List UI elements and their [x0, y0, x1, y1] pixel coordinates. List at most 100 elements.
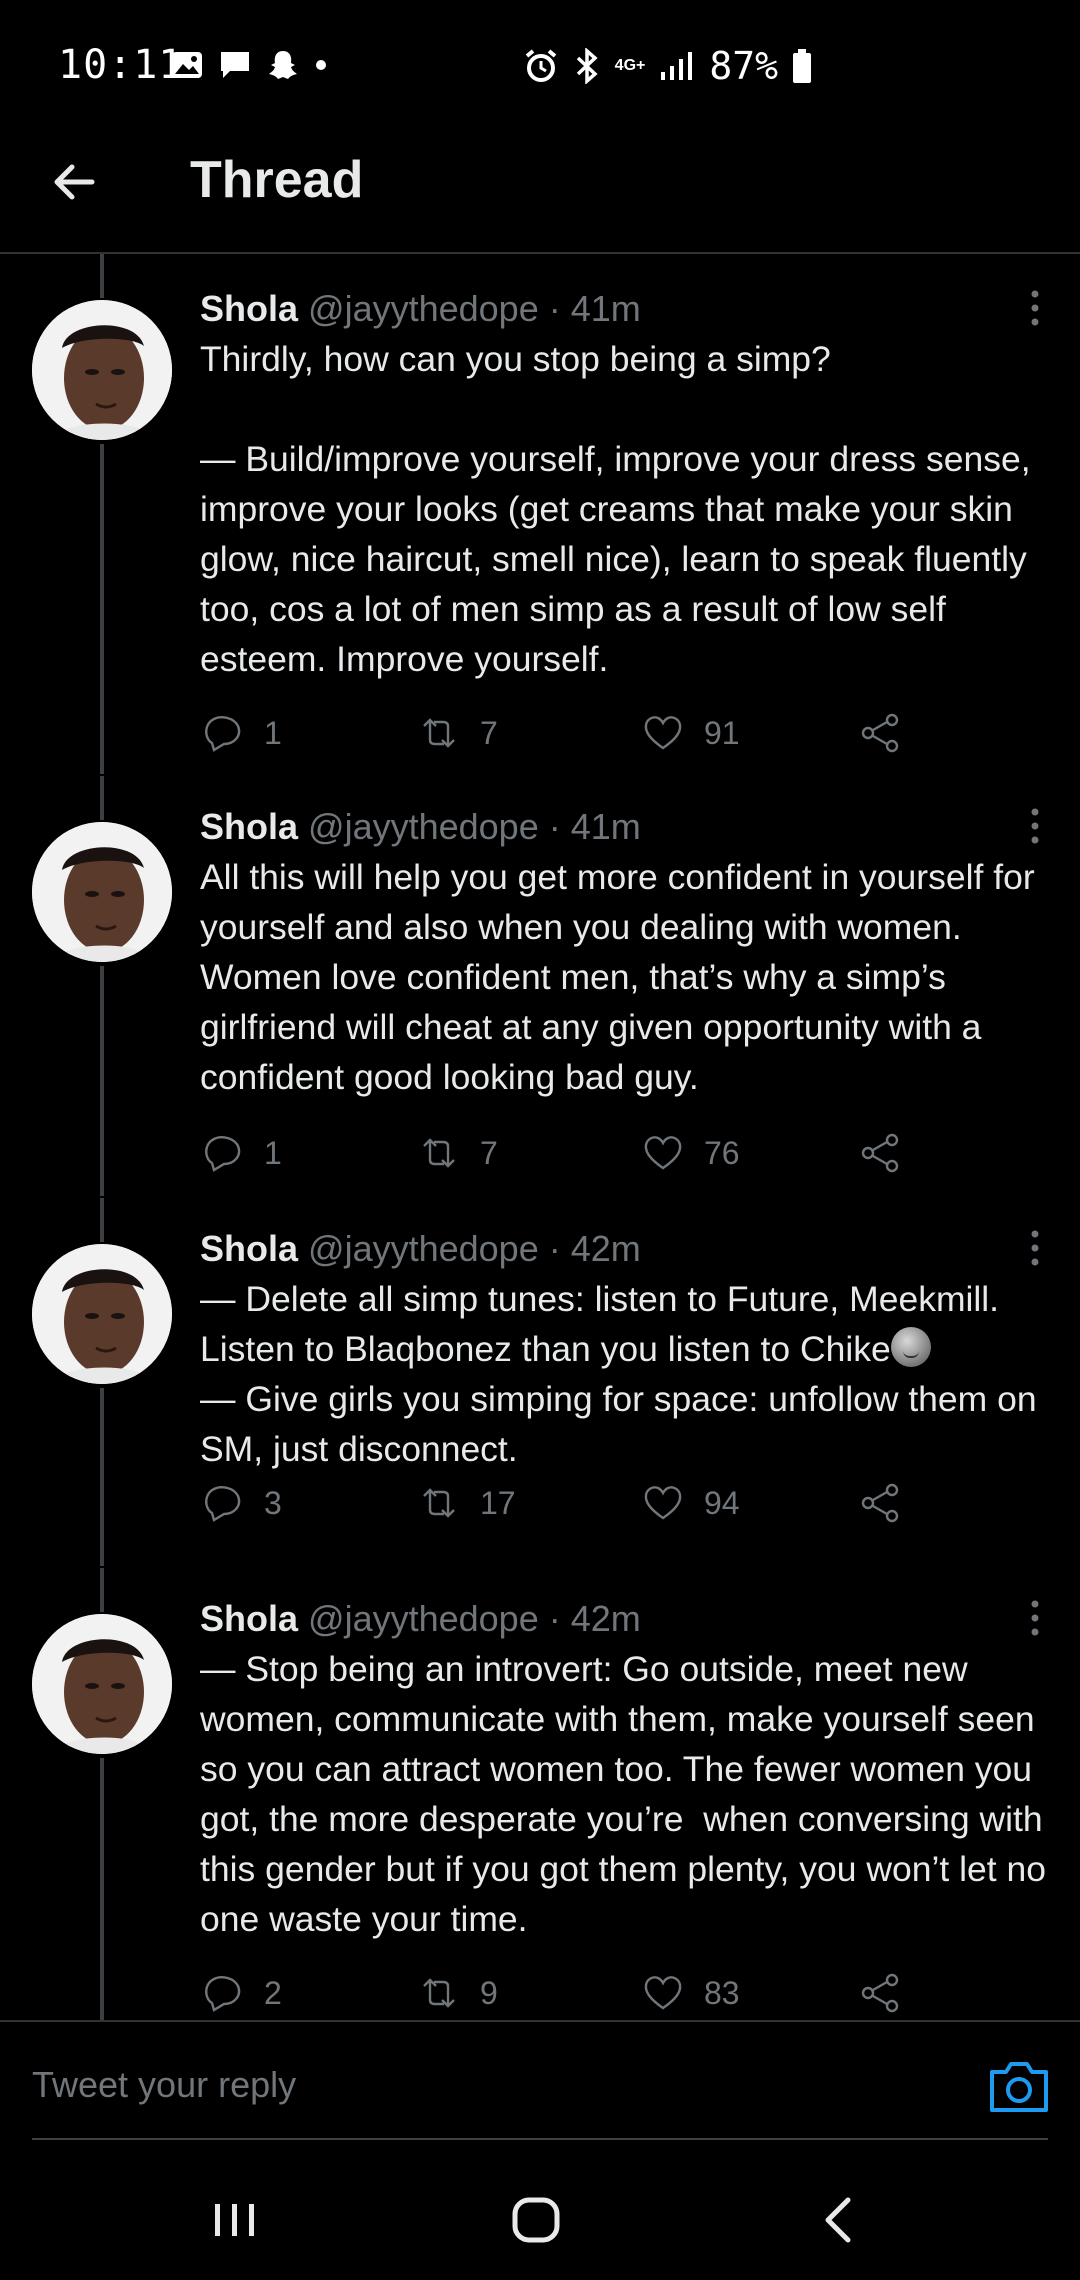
- battery-icon: [793, 49, 811, 83]
- dot-icon: [316, 60, 326, 70]
- more-options-icon[interactable]: [1028, 806, 1042, 846]
- retweet-count: 9: [480, 1974, 498, 2011]
- tweet-time: · 41m: [548, 288, 641, 329]
- tweet-actions: 3 17 94: [200, 1480, 920, 1530]
- author-handle[interactable]: @jayythedope: [308, 1598, 539, 1639]
- author-name[interactable]: Shola: [200, 288, 298, 329]
- home-icon[interactable]: [507, 2190, 567, 2250]
- share-icon: [861, 1133, 899, 1173]
- tweet[interactable]: Shola @jayythedope · 41m All this will h…: [0, 776, 1080, 1196]
- thread-line: [100, 1758, 104, 2020]
- heart-icon: [644, 716, 682, 750]
- reply-count: 1: [264, 1134, 282, 1171]
- reply-count: 1: [264, 714, 282, 751]
- retweet-icon: [423, 1488, 455, 1518]
- status-time: 10:11: [58, 42, 184, 88]
- camera-icon[interactable]: [988, 2058, 1050, 2114]
- avatar[interactable]: [32, 300, 172, 440]
- reply-icon: [205, 716, 241, 752]
- tweet-text: All this will help you get more confiden…: [200, 857, 1045, 1097]
- thread-line: [100, 444, 104, 774]
- heart-icon: [644, 1136, 682, 1170]
- like-button[interactable]: 94: [640, 1480, 740, 1526]
- tweet[interactable]: Shola @jayythedope · 41m Thirdly, how ca…: [0, 254, 1080, 774]
- notification-icons: [170, 48, 328, 82]
- tweet-actions: 2 9 83: [200, 1970, 920, 2020]
- avatar[interactable]: [32, 1244, 172, 1384]
- avatar-image: [32, 1244, 172, 1384]
- tweet-header: Shola @jayythedope · 42m: [200, 1598, 641, 1640]
- author-handle[interactable]: @jayythedope: [308, 806, 539, 847]
- thread-line: [100, 1388, 104, 1566]
- share-button[interactable]: [858, 1130, 904, 1176]
- tweet[interactable]: Shola @jayythedope · 42m — Delete all si…: [0, 1198, 1080, 1566]
- tweet-text: — Stop being an introvert: Go outside, m…: [200, 1649, 1056, 1939]
- thread-line: [100, 1198, 104, 1242]
- like-count: 83: [704, 1974, 740, 2011]
- reply-icon: [205, 1136, 241, 1172]
- tweet[interactable]: Shola @jayythedope · 42m — Stop being an…: [0, 1568, 1080, 2020]
- snapchat-icon: [269, 51, 297, 79]
- avatar[interactable]: [32, 1614, 172, 1754]
- gallery-icon: [172, 52, 202, 78]
- retweet-button[interactable]: 17: [416, 1480, 516, 1526]
- heart-icon: [644, 1486, 682, 1520]
- like-button[interactable]: 76: [640, 1130, 740, 1176]
- reply-button[interactable]: 1: [200, 710, 282, 756]
- retweet-icon: [423, 1138, 455, 1168]
- reply-input[interactable]: Tweet your reply: [32, 2064, 296, 2106]
- tweet-text: Thirdly, how can you stop being a simp? …: [200, 339, 1031, 679]
- system-icons: 4G+ 87%: [523, 44, 812, 88]
- tweet-time: · 41m: [548, 806, 641, 847]
- tweet-header: Shola @jayythedope · 41m: [200, 288, 641, 330]
- retweet-button[interactable]: 9: [416, 1970, 498, 2016]
- tweet-header: Shola @jayythedope · 42m: [200, 1228, 641, 1270]
- author-handle[interactable]: @jayythedope: [308, 1228, 539, 1269]
- back-nav-icon[interactable]: [810, 2190, 870, 2250]
- thread-line: [100, 1568, 104, 1612]
- reply-count: 3: [264, 1484, 282, 1521]
- author-name[interactable]: Shola: [200, 1228, 298, 1269]
- share-button[interactable]: [858, 1970, 904, 2016]
- retweet-icon: [423, 1978, 455, 2008]
- network-type: 4G+: [614, 57, 646, 74]
- tweet-text-part: — Give girls you simping for space: unfo…: [200, 1379, 1037, 1469]
- avatar[interactable]: [32, 822, 172, 962]
- like-button[interactable]: 83: [640, 1970, 740, 2016]
- recent-apps-icon[interactable]: [205, 2190, 265, 2250]
- reply-icon: [205, 1976, 241, 2012]
- bluetooth-icon: [576, 48, 598, 84]
- signal-icon: [661, 52, 693, 80]
- share-button[interactable]: [858, 1480, 904, 1526]
- reply-composer: Tweet your reply: [0, 2020, 1080, 2142]
- author-name[interactable]: Shola: [200, 1598, 298, 1639]
- share-icon: [861, 1483, 899, 1523]
- reply-button[interactable]: 1: [200, 1130, 282, 1176]
- like-count: 94: [704, 1484, 740, 1521]
- author-name[interactable]: Shola: [200, 806, 298, 847]
- more-options-icon[interactable]: [1028, 1228, 1042, 1268]
- back-arrow-icon[interactable]: [50, 158, 98, 206]
- retweet-count: 17: [480, 1484, 516, 1521]
- like-button[interactable]: 91: [640, 710, 740, 756]
- retweet-button[interactable]: 7: [416, 1130, 498, 1176]
- author-handle[interactable]: @jayythedope: [308, 288, 539, 329]
- thread-line: [100, 966, 104, 1196]
- tweet-actions: 1 7 76: [200, 1130, 920, 1180]
- reply-button[interactable]: 3: [200, 1480, 282, 1526]
- tweet-text-part: — Delete all simp tunes: listen to Futur…: [200, 1279, 1009, 1369]
- alarm-icon: [525, 49, 556, 82]
- like-count: 76: [704, 1134, 740, 1171]
- more-options-icon[interactable]: [1028, 1598, 1042, 1638]
- tweet-time: · 42m: [548, 1598, 641, 1639]
- share-button[interactable]: [858, 710, 904, 756]
- tweet-actions: 1 7 91: [200, 710, 920, 760]
- retweet-button[interactable]: 7: [416, 710, 498, 756]
- battery-percent: 87%: [709, 44, 778, 88]
- retweet-icon: [423, 718, 455, 748]
- more-options-icon[interactable]: [1028, 288, 1042, 328]
- thread-line: [100, 776, 104, 820]
- reply-button[interactable]: 2: [200, 1970, 282, 2016]
- tweet-header: Shola @jayythedope · 41m: [200, 806, 641, 848]
- avatar-image: [32, 300, 172, 440]
